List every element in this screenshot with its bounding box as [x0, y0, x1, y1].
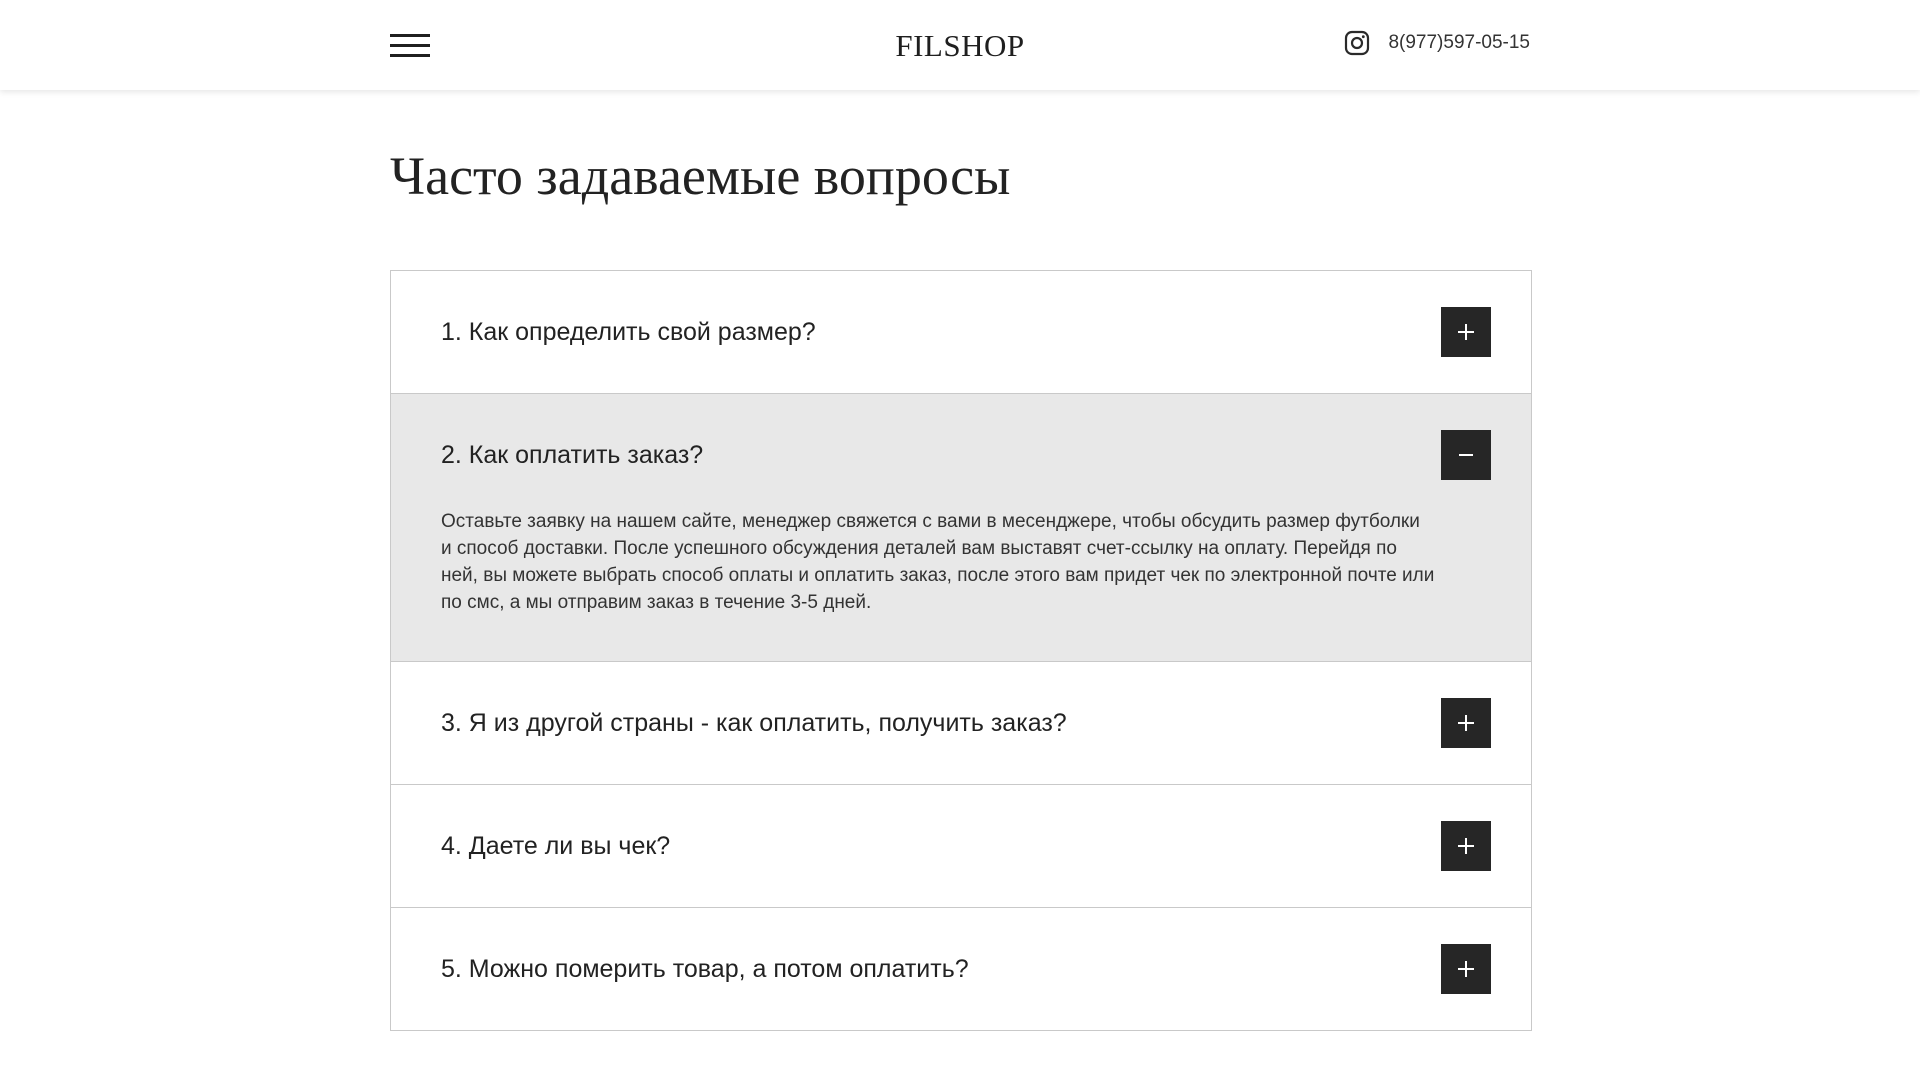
faq-question: 5. Можно померить товар, а потом оплатит…	[441, 955, 969, 983]
logo-text[interactable]: FILSHOP	[895, 28, 1024, 63]
collapse-button[interactable]	[1441, 430, 1491, 480]
hamburger-menu-icon[interactable]	[390, 34, 430, 58]
phone-link[interactable]: 8(977)597-05-15	[1388, 32, 1530, 54]
faq-question-row[interactable]: 5. Можно померить товар, а потом оплатит…	[391, 908, 1531, 1030]
faq-question: 3. Я из другой страны - как оплатить, по…	[441, 709, 1067, 737]
faq-question-row[interactable]: 1. Как определить свой размер?	[391, 271, 1531, 393]
expand-button[interactable]	[1441, 698, 1491, 748]
expand-button[interactable]	[1441, 821, 1491, 871]
faq-question: 2. Как оплатить заказ?	[441, 441, 704, 469]
faq-item: 2. Как оплатить заказ? Оставьте заявку на…	[391, 394, 1531, 662]
faq-question: 1. Как определить свой размер?	[441, 318, 816, 346]
faq-question-row[interactable]: 4. Даете ли вы чек?	[391, 785, 1531, 907]
faq-question-row[interactable]: 2. Как оплатить заказ?	[391, 394, 1531, 516]
faq-item: 1. Как определить свой размер?	[391, 271, 1531, 394]
faq-accordion: 1. Как определить свой размер? 2. Как опл…	[390, 270, 1532, 1031]
expand-button[interactable]	[1441, 944, 1491, 994]
instagram-icon[interactable]	[1344, 30, 1370, 56]
faq-item: 3. Я из другой страны - как оплатить, по…	[391, 662, 1531, 785]
site-header: FILSHOP 8(977)597-05-15	[0, 0, 1920, 90]
site-logo: FILSHOP	[0, 28, 1920, 64]
faq-question: 4. Даете ли вы чек?	[441, 832, 671, 860]
faq-answer: Оставьте заявку на нашем сайте, менеджер…	[441, 511, 1435, 613]
faq-item: 4. Даете ли вы чек?	[391, 785, 1531, 908]
header-contact: 8(977)597-05-15	[1344, 30, 1530, 56]
expand-button[interactable]	[1441, 307, 1491, 357]
faq-item: 5. Можно померить товар, а потом оплатит…	[391, 908, 1531, 1031]
page-title: Часто задаваемые вопросы	[390, 146, 1011, 206]
faq-question-row[interactable]: 3. Я из другой страны - как оплатить, по…	[391, 662, 1531, 784]
